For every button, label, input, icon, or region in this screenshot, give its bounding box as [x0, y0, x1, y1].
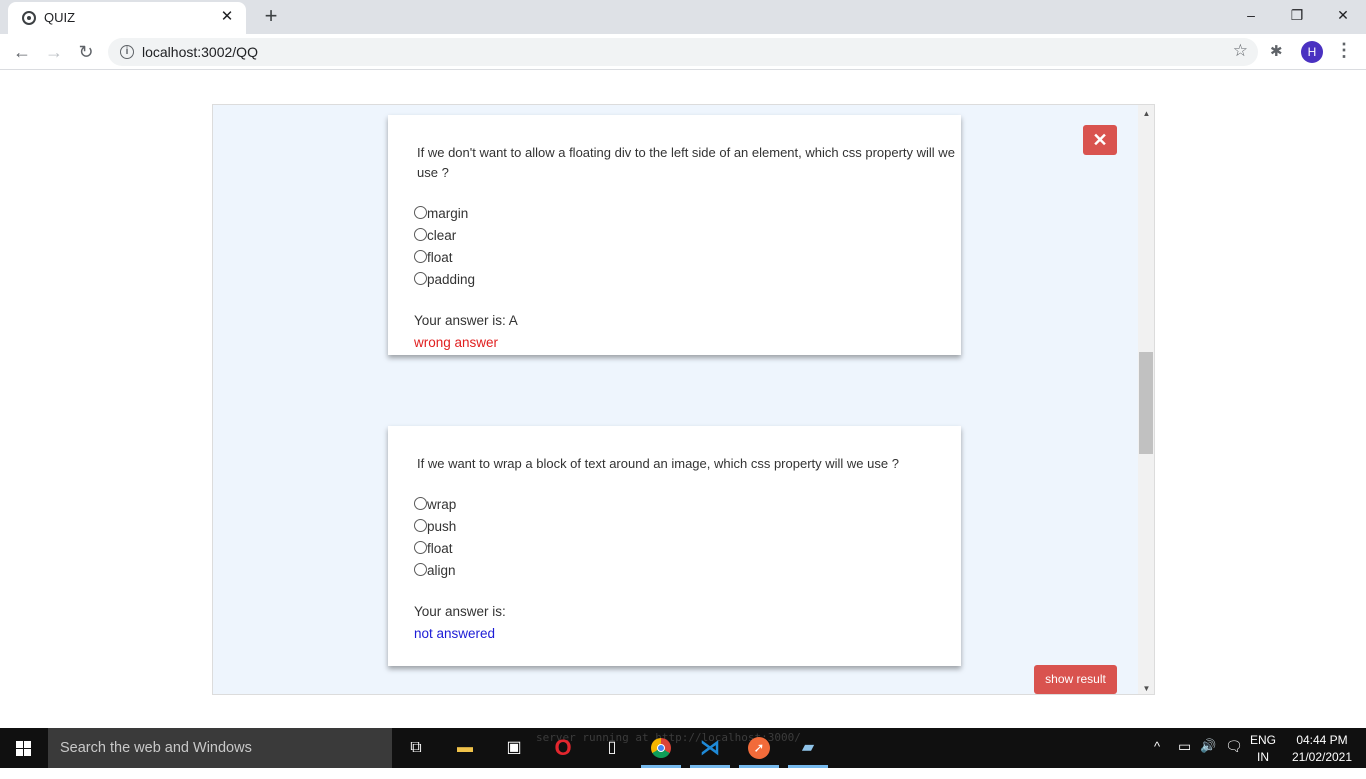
question-text: If we don't want to allow a floating div… — [417, 145, 955, 180]
scroll-down-arrow-icon[interactable]: ▼ — [1138, 682, 1154, 694]
close-window-button[interactable]: ✕ — [1320, 0, 1366, 30]
scrollbar[interactable]: ▲ ▼ — [1138, 105, 1154, 694]
close-quiz-button[interactable]: ✕ — [1083, 125, 1117, 155]
radio-icon[interactable] — [414, 541, 427, 554]
opera-icon[interactable]: O — [551, 736, 575, 760]
bookmark-star-icon[interactable]: ☆ — [1233, 41, 1248, 61]
clock-time: 04:44 PM — [1296, 733, 1348, 747]
new-tab-button[interactable]: + — [260, 4, 282, 28]
answer-label: Your answer is: A — [414, 313, 518, 328]
option-label: padding — [427, 272, 476, 287]
store-icon[interactable]: ▣ — [502, 736, 526, 760]
vscode-icon[interactable]: ⋊ — [698, 736, 722, 760]
option-label: align — [427, 563, 456, 578]
radio-icon[interactable] — [414, 272, 427, 285]
option-radio[interactable]: push — [414, 516, 456, 538]
answer-label: Your answer is: — [414, 604, 506, 619]
browser-tab-strip: QUIZ ✕ + – ❐ ✕ — [0, 0, 1366, 34]
address-bar[interactable]: i localhost:3002/QQ ☆ — [108, 38, 1258, 66]
page-content: If we don't want to allow a floating div… — [0, 71, 1366, 728]
radio-icon[interactable] — [414, 563, 427, 576]
option-radio[interactable]: float — [414, 247, 453, 269]
start-button[interactable] — [0, 728, 48, 768]
chrome-icon[interactable] — [649, 736, 673, 760]
scrollbar-thumb[interactable] — [1139, 352, 1153, 454]
browser-menu-icon[interactable]: ⋮ — [1335, 40, 1353, 61]
language-code: ENG — [1249, 733, 1276, 747]
radio-icon[interactable] — [414, 206, 427, 219]
option-label: clear — [427, 228, 457, 243]
notifications-icon[interactable]: 🗨 — [1225, 738, 1243, 778]
file-explorer-icon[interactable]: ▬ — [453, 736, 477, 760]
forward-icon[interactable]: → — [42, 40, 66, 64]
tab-close-icon[interactable]: ✕ — [218, 8, 236, 26]
option-label: push — [427, 519, 457, 534]
language-indicator[interactable]: ENG IN — [1246, 732, 1280, 766]
option-label: float — [427, 541, 453, 556]
answer-status: not answered — [414, 626, 496, 641]
answer-status: wrong answer — [414, 335, 499, 350]
volume-icon[interactable]: 🔊 — [1200, 738, 1216, 778]
question-card: If we don't want to allow a floating div… — [388, 115, 961, 355]
radio-icon[interactable] — [414, 250, 427, 263]
option-label: wrap — [427, 497, 457, 512]
radio-icon[interactable] — [414, 497, 427, 510]
postman-icon[interactable]: ➚ — [747, 736, 771, 760]
favicon-icon — [22, 11, 36, 25]
radio-icon[interactable] — [414, 228, 427, 241]
tab-title: QUIZ — [44, 10, 76, 25]
option-label: margin — [427, 206, 469, 221]
option-radio[interactable]: align — [414, 560, 456, 582]
clock-date: 21/02/2021 — [1291, 750, 1353, 764]
region-code: IN — [1257, 750, 1269, 764]
quiz-panel: If we don't want to allow a floating div… — [212, 104, 1155, 695]
app-icon[interactable]: ▰ — [796, 736, 820, 760]
show-hidden-icons-chevron-icon[interactable]: ^ — [1154, 739, 1160, 779]
extensions-icon[interactable]: ✱ — [1270, 42, 1288, 60]
info-icon[interactable]: i — [120, 45, 134, 59]
minimize-button[interactable]: – — [1228, 0, 1274, 30]
url-text[interactable]: localhost:3002/QQ — [142, 44, 258, 60]
back-icon[interactable]: ← — [10, 40, 34, 64]
profile-avatar[interactable]: H — [1301, 41, 1323, 63]
battery-icon[interactable]: ▭ — [1178, 738, 1191, 778]
taskbar-search[interactable]: Search the web and Windows — [48, 728, 392, 768]
option-radio[interactable]: float — [414, 538, 453, 560]
windows-logo-icon — [16, 741, 32, 756]
scroll-up-arrow-icon[interactable]: ▲ — [1138, 107, 1154, 121]
question-text: If we want to wrap a block of text aroun… — [417, 456, 899, 471]
show-result-button[interactable]: show result — [1034, 665, 1117, 694]
option-radio[interactable]: wrap — [414, 494, 456, 516]
tab-quiz[interactable]: QUIZ ✕ — [8, 2, 246, 34]
notepad-icon[interactable]: ▯ — [600, 736, 624, 760]
windows-taskbar: Search the web and Windows server runnin… — [0, 728, 1366, 768]
option-radio[interactable]: padding — [414, 269, 475, 291]
option-radio[interactable]: margin — [414, 203, 468, 225]
radio-icon[interactable] — [414, 519, 427, 532]
option-label: float — [427, 250, 453, 265]
restore-button[interactable]: ❐ — [1274, 0, 1320, 30]
question-card: If we want to wrap a block of text aroun… — [388, 426, 961, 666]
reload-icon[interactable]: ↻ — [74, 40, 98, 64]
clock[interactable]: 04:44 PM 21/02/2021 — [1284, 732, 1360, 766]
option-radio[interactable]: clear — [414, 225, 456, 247]
browser-toolbar: ← → ↻ i localhost:3002/QQ ☆ ✱ H ⋮ — [0, 34, 1366, 70]
search-placeholder[interactable]: Search the web and Windows — [60, 740, 252, 756]
task-view-icon[interactable]: ⧉ — [404, 736, 428, 760]
